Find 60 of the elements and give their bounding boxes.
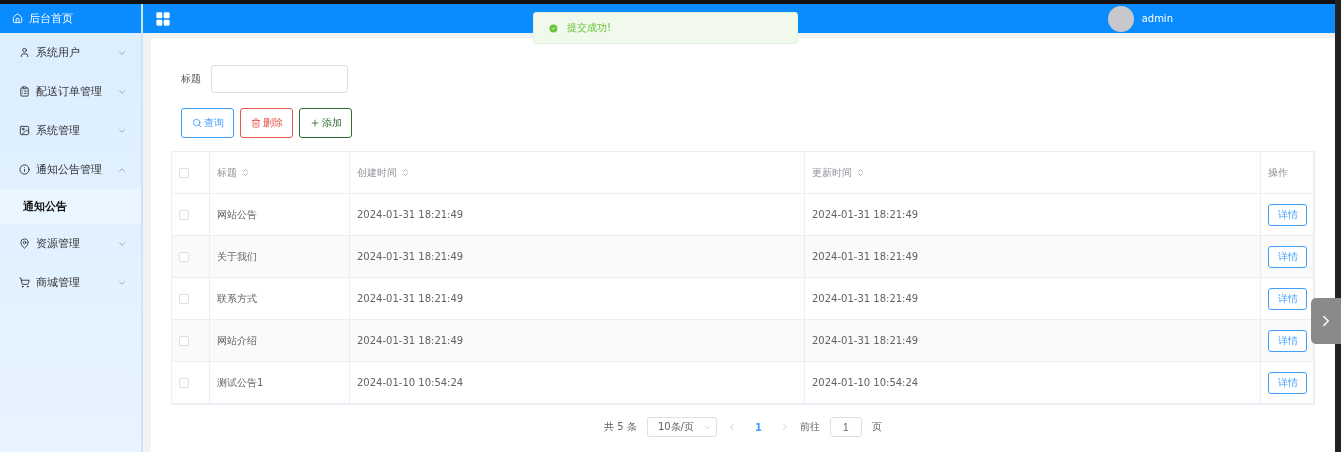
menu-item[interactable]: 通知公告管理 bbox=[0, 150, 141, 189]
total-count: 共 5 条 bbox=[604, 420, 637, 434]
goto-label: 前往 bbox=[799, 420, 820, 434]
person-icon bbox=[19, 47, 30, 58]
grid-icon[interactable] bbox=[155, 10, 171, 27]
table-cell: 2024-01-31 18:21:49 bbox=[805, 278, 1261, 319]
title-input[interactable] bbox=[211, 65, 348, 93]
menu-item[interactable]: 配送订单管理 bbox=[0, 72, 141, 111]
plus-icon bbox=[309, 118, 320, 128]
select-all-checkbox[interactable] bbox=[179, 167, 189, 178]
submenu-item[interactable]: 通知公告 bbox=[0, 189, 141, 224]
table-cell: 测试公告1 bbox=[210, 362, 350, 403]
check-icon bbox=[548, 22, 559, 34]
search-icon bbox=[191, 118, 202, 128]
table-cell: 2024-01-10 10:54:24 bbox=[350, 362, 805, 403]
table-cell: 2024-01-31 18:21:49 bbox=[350, 194, 805, 235]
row-checkbox[interactable] bbox=[179, 293, 189, 304]
sort-icon[interactable] bbox=[241, 168, 250, 177]
add-button[interactable]: 添加 bbox=[299, 108, 352, 138]
table-cell: 2024-01-31 18:21:49 bbox=[805, 320, 1261, 361]
table-cell: 2024-01-31 18:21:49 bbox=[350, 236, 805, 277]
table-cell: 2024-01-31 18:21:49 bbox=[805, 194, 1261, 235]
username: admin bbox=[1141, 13, 1173, 24]
page-input[interactable]: 1 bbox=[829, 417, 862, 437]
delete-button[interactable]: 删除 bbox=[240, 108, 293, 138]
table-cell: 2024-01-31 18:21:49 bbox=[350, 320, 805, 361]
column-header: 操作 bbox=[1261, 152, 1314, 193]
table-cell: 网站公告 bbox=[210, 194, 350, 235]
cart-icon bbox=[19, 277, 30, 288]
row-checkbox[interactable] bbox=[179, 377, 189, 388]
menu-item[interactable]: 系统用户 bbox=[0, 33, 141, 72]
clipboard-icon bbox=[19, 86, 30, 97]
row-checkbox[interactable] bbox=[179, 251, 189, 262]
table-cell: 2024-01-10 10:54:24 bbox=[805, 362, 1261, 403]
column-header: 更新时间 bbox=[805, 152, 1261, 193]
toast-message: 提交成功! bbox=[567, 21, 611, 35]
trash-icon bbox=[250, 118, 261, 128]
menu-item[interactable]: 资源管理 bbox=[0, 224, 141, 263]
table-cell: 2024-01-31 18:21:49 bbox=[350, 278, 805, 319]
row-checkbox[interactable] bbox=[179, 209, 189, 220]
page-size-select[interactable]: 10条/页 bbox=[646, 417, 717, 437]
avatar bbox=[1107, 5, 1134, 32]
row-checkbox[interactable] bbox=[179, 335, 189, 346]
table-cell: 联系方式 bbox=[210, 278, 350, 319]
table-cell: 网站介绍 bbox=[210, 320, 350, 361]
column-header: 创建时间 bbox=[350, 152, 805, 193]
table-cell: 2024-01-31 18:21:49 bbox=[805, 236, 1261, 277]
home-icon bbox=[12, 13, 23, 24]
sort-icon[interactable] bbox=[856, 168, 865, 177]
image-icon bbox=[19, 125, 30, 136]
menu-item[interactable]: 商城管理 bbox=[0, 263, 141, 302]
page-unit: 页 bbox=[871, 420, 882, 434]
filter-label: 标题 bbox=[181, 72, 201, 86]
pin-icon bbox=[19, 238, 30, 249]
menu-item[interactable]: 系统管理 bbox=[0, 111, 141, 150]
sort-icon[interactable] bbox=[401, 168, 410, 177]
column-header: 标题 bbox=[210, 152, 350, 193]
table-cell: 关于我们 bbox=[210, 236, 350, 277]
info-icon bbox=[19, 164, 30, 175]
next-button[interactable] bbox=[1311, 298, 1341, 344]
